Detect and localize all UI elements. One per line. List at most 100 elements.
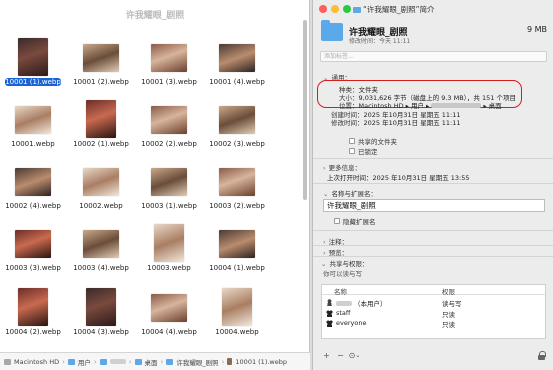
file-name: 10001 (1).webp [5, 78, 61, 86]
permission-row-value[interactable]: 只读 [442, 309, 455, 319]
permission-row-value[interactable]: 只读 [442, 319, 455, 329]
disk-icon [4, 358, 11, 365]
image-thumbnail [15, 106, 51, 134]
gear-icon: ⊙ [348, 351, 356, 360]
file-name: 10004 (1).webp [209, 264, 265, 272]
file-item[interactable]: 10003 (3).webp [3, 220, 63, 275]
file-name: 10004 (3).webp [73, 328, 129, 336]
item-size: 9 MB [526, 25, 547, 34]
image-thumbnail [219, 168, 255, 196]
divider [313, 183, 553, 184]
where-value-b: ▸ 桌面 [483, 102, 502, 110]
remove-button[interactable]: − [335, 350, 346, 361]
file-name: 10001 (3).webp [141, 78, 197, 86]
name-field[interactable]: 许我耀眼_剧照 [323, 199, 545, 212]
file-item[interactable]: 10004.webp [207, 284, 267, 339]
finder-window: 许我耀眼_剧照 10001 (1).webp 10001 (2).webp 1000… [0, 0, 310, 370]
file-item[interactable]: 10001 (3).webp [139, 34, 199, 89]
finder-window-title: 许我耀眼_剧照 [125, 11, 185, 21]
permission-row-name-text: （本用户） [354, 300, 387, 308]
folder-icon [99, 358, 107, 365]
file-item[interactable]: 10002 (2).webp [139, 96, 199, 151]
file-item[interactable]: 10003 (2).webp [207, 158, 267, 213]
file-item[interactable]: 10004 (4).webp [139, 284, 199, 339]
file-name: 10002 (4).webp [5, 202, 61, 210]
file-item[interactable]: 10004 (1).webp [207, 220, 267, 275]
file-item[interactable]: 10001 (4).webp [207, 34, 267, 89]
divider [313, 245, 553, 246]
chevron-right-icon: › [323, 164, 326, 172]
path-item-file[interactable]: 10001 (1).webp [235, 358, 287, 366]
file-item[interactable]: 10002 (1).webp [71, 96, 131, 151]
path-item-desktop[interactable]: 桌面 [145, 357, 158, 367]
chevron-down-icon: ⌄ [355, 352, 361, 359]
permission-row-name: （本用户） [336, 298, 387, 308]
permissions-toolbar: + − ⊙ ⌄ [321, 350, 360, 361]
file-item[interactable]: 10001.webp [3, 96, 63, 151]
image-thumbnail [83, 230, 119, 258]
file-name: 10002 (3).webp [209, 140, 265, 148]
file-item[interactable]: 10002 (3).webp [207, 96, 267, 151]
permission-row[interactable]: everyone 只读 [322, 319, 547, 329]
minimize-button[interactable] [331, 5, 339, 13]
image-thumbnail [151, 106, 187, 134]
modified-value: 2025 年10月31日 星期五 11:11 [363, 119, 461, 127]
path-separator-icon: › [160, 357, 164, 366]
permissions-table: 名称 权限 （本用户） 读与写 staff 只读 everyone 只读 [321, 284, 547, 339]
file-name: 10002.webp [79, 202, 123, 210]
file-item[interactable]: 10002 (4).webp [3, 158, 63, 213]
path-item-folder[interactable]: 许我耀眼_剧照 [176, 357, 218, 367]
checkbox-icon [334, 218, 340, 224]
more-info-header-label: 更多信息： [328, 164, 362, 172]
folder-icon [353, 6, 361, 13]
info-window-title: “许我耀眼_剧照”简介 [353, 4, 543, 15]
file-item[interactable]: 10003 (1).webp [139, 158, 199, 213]
file-name: 10003 (2).webp [209, 202, 265, 210]
item-modified-short: 修改时间：今天 11:11 [349, 38, 411, 45]
file-item[interactable]: 10002.webp [71, 158, 131, 213]
path-item-users[interactable]: 用户 [78, 357, 91, 367]
finder-scrollbar[interactable] [303, 20, 307, 200]
close-button[interactable] [319, 5, 327, 13]
image-thumbnail [151, 44, 187, 72]
sharing-header-label: 共享与权限： [329, 260, 369, 268]
file-item[interactable]: 10003 (4).webp [71, 220, 131, 275]
path-item-disk[interactable]: Macintosh HD [14, 358, 59, 366]
name-ext-section-header[interactable]: ⌄ 名称与扩展名： [323, 188, 377, 198]
locked-checkbox[interactable]: 已锁定 [349, 146, 378, 156]
sharing-section-header[interactable]: ⌄ 共享与权限： [321, 258, 368, 268]
file-item[interactable]: 10003.webp [139, 220, 199, 275]
image-thumbnail [154, 224, 184, 262]
modified-row: 修改时间：2025 年10月31日 星期五 11:11 [331, 117, 461, 127]
get-info-window: “许我耀眼_剧照”简介 许我耀眼_剧照 9 MB 修改时间：今天 11:11 添… [312, 0, 553, 370]
file-item[interactable]: 10004 (3).webp [71, 284, 131, 339]
column-header-permission[interactable]: 权限 [442, 286, 455, 296]
tags-input[interactable]: 添加标签… [320, 51, 547, 62]
file-item[interactable]: 10004 (2).webp [3, 284, 63, 339]
action-menu-button[interactable]: ⊙ ⌄ [348, 350, 361, 361]
group-icon [326, 310, 333, 317]
locked-label: 已锁定 [358, 148, 378, 156]
image-thumbnail [83, 168, 119, 196]
file-item[interactable]: 10001 (2).webp [71, 34, 131, 89]
permission-row[interactable]: （本用户） 读与写 [322, 298, 547, 308]
file-item[interactable]: 10001 (1).webp [3, 34, 63, 89]
hide-extension-checkbox[interactable]: 隐藏扩展名 [334, 216, 376, 226]
image-thumbnail [151, 168, 187, 196]
folder-icon [134, 358, 142, 365]
image-thumbnail [151, 294, 187, 322]
redacted-username [336, 301, 352, 306]
window-controls [319, 5, 351, 13]
file-name: 10002 (2).webp [141, 140, 197, 148]
column-header-name[interactable]: 名称 [334, 286, 347, 296]
lock-icon[interactable] [538, 351, 546, 360]
group-icon [326, 320, 333, 327]
path-bar: Macintosh HD › 用户 › › 桌面 › 许我耀眼_剧照 › 100… [0, 352, 310, 370]
permission-row[interactable]: staff 只读 [322, 309, 547, 319]
permission-row-value[interactable]: 读与写 [442, 298, 462, 308]
shared-folder-checkbox[interactable]: 共享的文件夹 [349, 136, 397, 146]
add-button[interactable]: + [321, 350, 332, 361]
zoom-button[interactable] [343, 5, 351, 13]
divider [313, 256, 553, 257]
more-info-section-header[interactable]: › 更多信息： [323, 162, 361, 172]
